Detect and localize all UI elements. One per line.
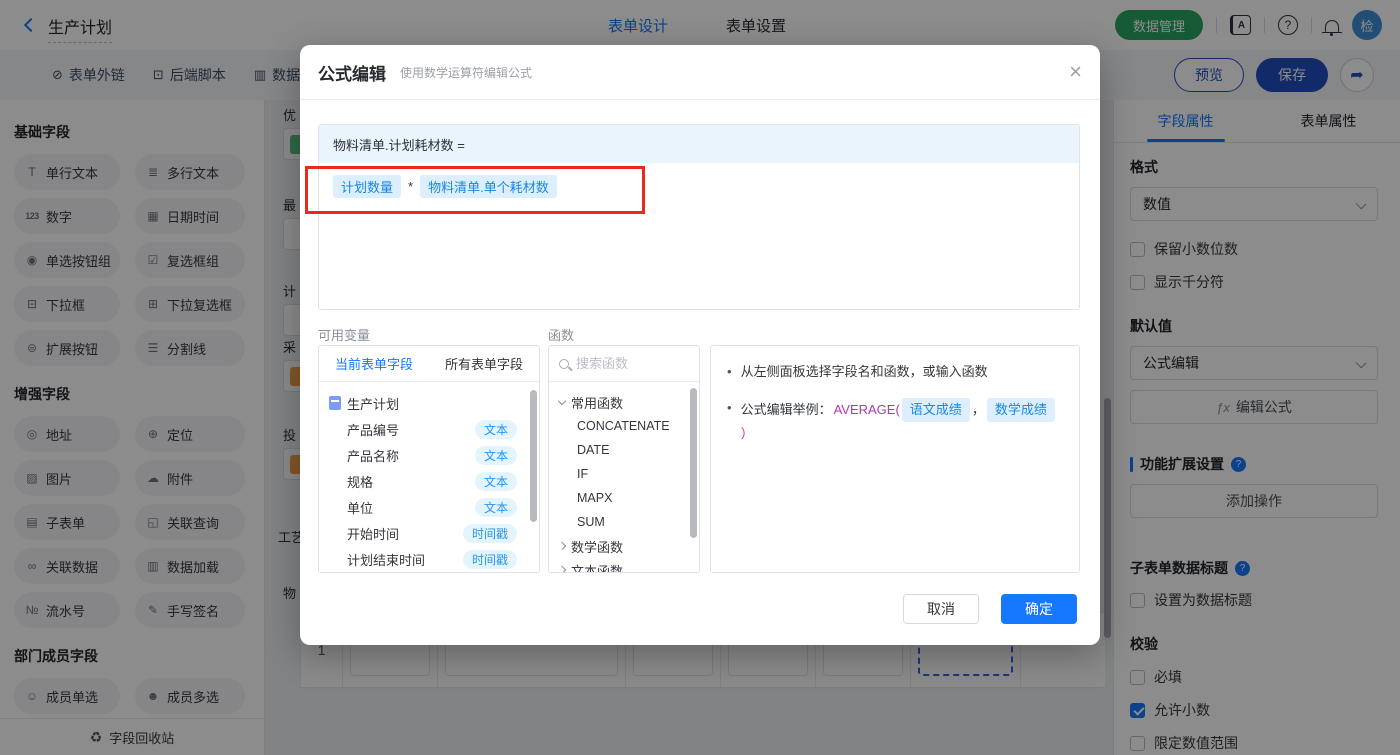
type-tag: 时间戳 <box>462 549 517 569</box>
variable-row[interactable]: 产品编号 文本 <box>329 416 531 442</box>
formula-field-chip[interactable]: 计划数量 <box>333 175 402 198</box>
formula-operator: * <box>408 179 414 194</box>
functions-label: 函数 <box>548 328 575 343</box>
function-item[interactable]: SUM <box>559 510 691 534</box>
search-input[interactable] <box>576 356 676 371</box>
variable-row[interactable]: 规格 文本 <box>329 468 531 494</box>
function-item[interactable]: CONCATENATE <box>559 414 691 438</box>
form-node[interactable]: 生产计划 <box>329 390 531 416</box>
chevron-right-icon <box>557 541 567 551</box>
chevron-down-icon <box>557 396 567 405</box>
bullet: • <box>727 364 732 379</box>
type-tag: 时间戳 <box>462 523 517 543</box>
function-token: AVERAGE( <box>833 402 900 417</box>
formula-target: 物料清单.计划耗材数 = <box>319 125 1079 163</box>
function-item[interactable]: IF <box>559 462 691 486</box>
type-tag: 文本 <box>474 419 517 439</box>
type-tag: 文本 <box>474 471 517 491</box>
formula-editor-modal: 公式编辑 使用数学运算符编辑公式 × 物料清单.计划耗材数 = 计划数量 * 物… <box>300 45 1100 645</box>
bullet: • <box>727 400 732 415</box>
variable-row[interactable]: 产品名称 文本 <box>329 442 531 468</box>
tip-item: • 从左侧面板选择字段名和函数，或输入函数 <box>727 362 1063 382</box>
example-field-chip: 语文成绩 <box>901 398 970 422</box>
type-tag: 文本 <box>474 497 517 517</box>
function-token: ） <box>740 426 754 441</box>
function-item[interactable]: DATE <box>559 438 691 462</box>
functions-scrollbar[interactable] <box>690 388 697 538</box>
formula-editor[interactable]: 物料清单.计划耗材数 = 计划数量 * 物料清单.单个耗材数 <box>318 124 1080 310</box>
search-icon <box>559 358 569 369</box>
close-icon[interactable]: × <box>1069 61 1082 83</box>
form-doc-icon <box>329 396 341 410</box>
functions-list: 常用函数 CONCATENATE DATE IF MAPX SUM 数学函数 文… <box>549 382 699 572</box>
tips-body: • 从左侧面板选择字段名和函数，或输入函数 • 公式编辑举例： AVERAGE(… <box>711 346 1079 476</box>
cancel-button[interactable]: 取消 <box>903 594 979 624</box>
chevron-right-icon <box>557 565 567 572</box>
modal-header: 公式编辑 使用数学运算符编辑公式 × <box>300 45 1100 100</box>
variables-tabs: 当前表单字段 所有表单字段 <box>319 346 539 382</box>
tip-item: • 公式编辑举例： AVERAGE( 语文成绩 ， 数学成绩 ） <box>727 398 1063 444</box>
function-group-text[interactable]: 文本函数 <box>557 558 691 572</box>
example-field-chip: 数学成绩 <box>986 398 1055 422</box>
modal-subtitle: 使用数学运算符编辑公式 <box>400 65 533 80</box>
function-group-math[interactable]: 数学函数 <box>557 534 691 558</box>
formula-expression[interactable]: 计划数量 * 物料清单.单个耗材数 <box>319 163 1079 210</box>
type-tag: 文本 <box>474 445 517 465</box>
variables-scrollbar[interactable] <box>530 390 537 522</box>
variable-row[interactable]: 单位 文本 <box>329 494 531 520</box>
functions-panel: 常用函数 CONCATENATE DATE IF MAPX SUM 数学函数 文… <box>548 345 700 573</box>
tips-panel: • 从左侧面板选择字段名和函数，或输入函数 • 公式编辑举例： AVERAGE(… <box>710 345 1080 573</box>
variables-list: 生产计划 产品编号 文本 产品名称 文本 规格 文本 单位 文本 开始时间 时间戳 计划结… <box>319 382 539 572</box>
tab-current-form-fields[interactable]: 当前表单字段 <box>319 346 429 381</box>
variable-row[interactable]: 开始时间 时间戳 <box>329 520 531 546</box>
function-search[interactable] <box>549 346 699 382</box>
function-item[interactable]: MAPX <box>559 486 691 510</box>
variables-label: 可用变量 <box>318 328 371 343</box>
tip-example: 公式编辑举例： AVERAGE( 语文成绩 ， 数学成绩 ） <box>741 398 1063 444</box>
formula-field-chip[interactable]: 物料清单.单个耗材数 <box>420 175 557 198</box>
modal-footer: 取消 确定 <box>903 594 1077 624</box>
app-root: 生产计划 表单设计 表单设置 数据管理 A ? 检 ⊘表单外链 ⊡后端脚本 ▥数… <box>0 0 1400 755</box>
function-group-common[interactable]: 常用函数 <box>557 390 691 414</box>
variables-panel: 当前表单字段 所有表单字段 生产计划 产品编号 文本 产品名称 文本 规格 文本 单位… <box>318 345 540 573</box>
variable-row[interactable]: 计划结束时间 时间戳 <box>329 546 531 572</box>
tab-all-form-fields[interactable]: 所有表单字段 <box>429 346 539 381</box>
confirm-button[interactable]: 确定 <box>1001 594 1077 624</box>
modal-title: 公式编辑 <box>318 64 386 84</box>
